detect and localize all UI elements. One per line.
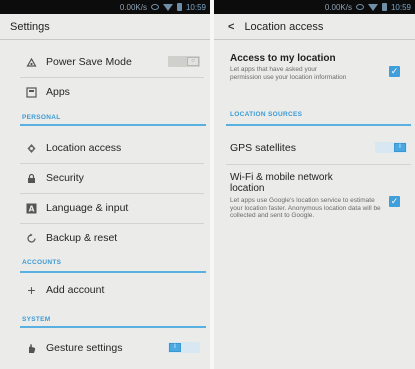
checkmark-icon: ✓ <box>390 196 399 206</box>
gesture-icon <box>26 343 37 354</box>
backup-reset-label: Backup & reset <box>46 232 118 244</box>
gesture-settings-item[interactable]: Gesture settings I <box>0 335 210 361</box>
divider <box>20 223 204 224</box>
toggle-knob-icon: ○ <box>187 57 199 66</box>
battery-icon <box>381 3 387 11</box>
plus-icon: + <box>27 282 36 298</box>
apps-label: Apps <box>46 86 70 98</box>
clock: 10:59 <box>390 2 411 12</box>
security-label: Security <box>46 172 84 184</box>
divider <box>20 193 204 194</box>
apps-icon <box>26 86 37 98</box>
location-icon <box>26 143 37 154</box>
battery-icon <box>176 3 182 11</box>
apps-item[interactable]: Apps <box>0 79 210 105</box>
section-divider <box>226 124 411 126</box>
language-input-label: Language & input <box>46 202 129 214</box>
power-save-toggle[interactable]: ○ <box>168 56 200 67</box>
action-bar: Settings <box>0 14 210 40</box>
toggle-knob-icon: I <box>169 343 181 352</box>
backup-reset-item[interactable]: Backup & reset <box>0 225 210 251</box>
network-speed: 0.00K/s <box>324 2 352 12</box>
back-chevron-icon[interactable]: < <box>228 21 234 33</box>
toggle-knob-icon: I <box>394 143 406 152</box>
clock: 10:59 <box>185 2 206 12</box>
gesture-settings-label: Gesture settings <box>46 342 123 354</box>
add-account-item[interactable]: + Add account <box>0 277 210 303</box>
location-access-screen: 0.00K/s 10:59 < Location access Access t… <box>214 0 415 369</box>
security-item[interactable]: Security <box>0 165 210 191</box>
section-personal: PERSONAL <box>22 114 61 121</box>
eye-icon <box>150 4 159 10</box>
gesture-toggle[interactable]: I <box>168 342 200 353</box>
section-divider <box>20 271 206 273</box>
svg-text:A: A <box>29 204 35 213</box>
wifi-location-title: Wi-Fi & mobile network location <box>230 172 333 194</box>
section-divider <box>20 124 206 126</box>
status-bar: 0.00K/s 10:59 <box>214 0 415 14</box>
access-location-checkbox[interactable]: ✓ <box>389 66 400 77</box>
power-save-mode-item[interactable]: Power Save Mode ○ <box>0 49 210 75</box>
location-access-item[interactable]: Location access <box>0 135 210 161</box>
wifi-location-description: Let apps use Google's location service t… <box>230 197 381 219</box>
divider <box>226 164 411 165</box>
power-save-mode-label: Power Save Mode <box>46 56 132 68</box>
action-bar: < Location access <box>214 14 415 40</box>
location-access-label: Location access <box>46 142 122 154</box>
language-input-item[interactable]: A Language & input <box>0 195 210 221</box>
wifi-location-checkbox[interactable]: ✓ <box>389 196 400 207</box>
add-account-label: Add account <box>46 284 105 296</box>
lock-icon <box>26 173 37 184</box>
backup-icon <box>26 233 37 244</box>
wifi-icon <box>162 3 173 11</box>
section-system: SYSTEM <box>22 316 51 323</box>
page-title: Settings <box>10 20 50 33</box>
gps-satellites-label: GPS satellites <box>230 142 296 154</box>
settings-screen: 0.00K/s 10:59 Settings Power Save Mode ○… <box>0 0 210 369</box>
divider <box>20 77 204 78</box>
eye-icon <box>355 4 364 10</box>
status-bar: 0.00K/s 10:59 <box>0 0 210 14</box>
power-save-icon <box>26 57 37 68</box>
access-location-description: Let apps that have asked your permission… <box>230 66 347 81</box>
checkmark-icon: ✓ <box>390 66 399 76</box>
access-location-title: Access to my location <box>230 53 336 64</box>
page-title: Location access <box>244 20 324 33</box>
section-location-sources: LOCATION SOURCES <box>230 111 303 118</box>
divider <box>20 163 204 164</box>
language-icon: A <box>26 203 37 214</box>
wifi-icon <box>367 3 378 11</box>
section-divider <box>20 326 206 328</box>
section-accounts: ACCOUNTS <box>22 259 62 266</box>
gps-toggle[interactable]: I <box>375 142 407 153</box>
network-speed: 0.00K/s <box>119 2 147 12</box>
